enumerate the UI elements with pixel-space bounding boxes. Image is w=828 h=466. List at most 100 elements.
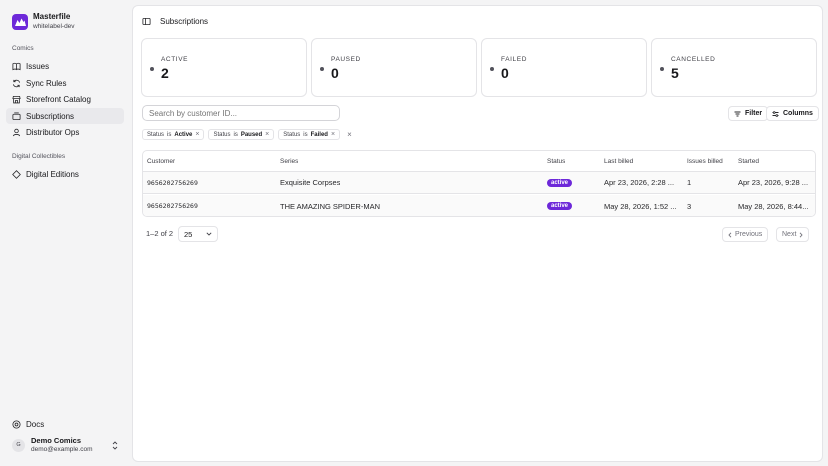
cell-last-billed: May 28, 2026, 1:52 ...: [604, 201, 677, 211]
subscriptions-icon: [12, 111, 21, 120]
stat-label: ACTIVE: [161, 56, 189, 63]
column-header-started[interactable]: Started: [738, 151, 759, 171]
column-header-customer[interactable]: Customer: [147, 151, 175, 171]
stat-value: 0: [501, 65, 509, 81]
chip-value: Paused: [240, 131, 263, 138]
status-badge-cell: active: [547, 195, 573, 216]
filter-chip-paused[interactable]: Status is Paused ×: [208, 129, 275, 140]
column-header-series[interactable]: Series: [280, 151, 298, 171]
brand-logo: [12, 13, 28, 30]
chip-value: Failed: [310, 131, 328, 138]
pagination-range: 1–2 of 2: [146, 229, 174, 238]
chip-op: is: [303, 131, 308, 138]
cell-customer: 9656202756269: [147, 202, 198, 210]
group-label-digital-collectibles: Digital Collectibles: [12, 153, 66, 160]
brand-switcher[interactable]: Masterfile whitelabel-dev: [6, 8, 124, 31]
sidebar-item-subscriptions[interactable]: Subscriptions: [6, 108, 124, 124]
chevrons-up-down-icon: [112, 440, 118, 450]
sidebar-item-issues[interactable]: Issues: [6, 58, 124, 74]
sidebar-item-storefront-catalog[interactable]: Storefront Catalog: [6, 91, 124, 107]
search-input[interactable]: [142, 105, 340, 121]
sidebar-item-docs[interactable]: Docs: [6, 416, 124, 432]
main-panel: Subscriptions ACTIVE 2 PAUSED 0 FAILED 0…: [132, 5, 823, 462]
refresh-icon: [12, 79, 21, 87]
diamond-icon: [12, 169, 21, 179]
user-name: Demo Comics: [31, 436, 82, 445]
status-dot-icon: [660, 67, 664, 71]
chevron-down-icon: [206, 232, 212, 236]
chip-field: Status: [283, 131, 301, 138]
cell-issues-billed: 3: [687, 201, 692, 211]
close-icon[interactable]: ×: [265, 131, 269, 138]
brand-name: Masterfile: [33, 12, 71, 21]
cell-started: May 28, 2026, 8:44...: [738, 201, 809, 211]
table-row[interactable]: 9656202756269 THE AMAZING SPIDER-MAN act…: [143, 195, 815, 216]
stat-label: CANCELLED: [671, 56, 716, 63]
sidebar-item-distributor-ops[interactable]: Distributor Ops: [6, 124, 124, 140]
avatar: G: [12, 438, 25, 452]
filter-icon: [734, 111, 741, 116]
stat-card-cancelled: CANCELLED 5: [651, 38, 817, 97]
user-icon: [12, 128, 21, 136]
sidebar-item-digital-editions[interactable]: Digital Editions: [6, 166, 124, 182]
cell-series: Exquisite Corpses: [280, 178, 341, 187]
clear-filters-icon[interactable]: ×: [347, 130, 352, 139]
cell-last-billed: Apr 23, 2026, 2:28 ...: [604, 178, 675, 187]
stat-card-paused: PAUSED 0: [311, 38, 477, 97]
sidebar-item-label: Digital Editions: [26, 169, 79, 179]
user-menu[interactable]: G Demo Comics demo@example.com: [6, 434, 124, 456]
filter-chip-active[interactable]: Status is Active ×: [142, 129, 205, 140]
cell-series: THE AMAZING SPIDER-MAN: [280, 201, 381, 211]
column-header-issues-billed[interactable]: Issues billed: [687, 151, 723, 171]
table-row[interactable]: 9656202756269 Exquisite Corpses active A…: [143, 172, 815, 194]
stat-value: 2: [161, 65, 169, 81]
filter-chip-failed[interactable]: Status is Failed ×: [278, 129, 341, 140]
stat-value: 0: [331, 65, 339, 81]
columns-button[interactable]: Columns: [766, 106, 819, 121]
sidebar-item-label: Subscriptions: [26, 111, 75, 121]
page-size-value: 25: [184, 229, 193, 239]
close-icon[interactable]: ×: [195, 131, 199, 138]
previous-page-button[interactable]: Previous: [722, 227, 769, 242]
stat-value: 5: [671, 65, 679, 81]
sidebar-item-label: Docs: [26, 419, 45, 429]
topbar: Subscriptions: [133, 6, 822, 36]
sidebar-item-sync-rules[interactable]: Sync Rules: [6, 75, 124, 91]
chip-field: Status: [147, 131, 165, 138]
stat-card-active: ACTIVE 2: [141, 38, 307, 97]
sidebar-item-label: Issues: [26, 61, 50, 71]
close-icon[interactable]: ×: [331, 131, 335, 138]
group-label-comics: Comics: [12, 45, 34, 52]
chip-value: Active: [174, 131, 193, 138]
sidebar-item-label: Distributor Ops: [26, 127, 80, 137]
sidebar: Masterfile whitelabel-dev Comics Issues …: [0, 0, 130, 466]
sliders-icon: [772, 110, 779, 117]
cell-customer: 9656202756269: [147, 178, 198, 187]
user-email: demo@example.com: [31, 446, 93, 453]
columns-button-label: Columns: [783, 110, 813, 117]
column-header-last-billed[interactable]: Last billed: [604, 151, 633, 171]
sidebar-item-label: Sync Rules: [26, 78, 67, 88]
status-dot-icon: [320, 67, 324, 71]
filter-chips: Status is Active × Status is Paused × St…: [142, 129, 352, 140]
status-dot-icon: [150, 67, 154, 71]
storefront-icon: [12, 95, 21, 103]
cell-issues-billed: 1: [687, 178, 692, 187]
brand-subtitle: whitelabel-dev: [33, 23, 75, 30]
status-badge-cell: active: [547, 172, 573, 193]
sidebar-toggle-icon[interactable]: [142, 17, 151, 26]
chevron-right-icon: [800, 231, 804, 238]
sidebar-item-label: Storefront Catalog: [26, 94, 91, 104]
chip-field: Status: [213, 131, 231, 138]
subscriptions-table: Customer Series Status Last billed Issue…: [142, 150, 816, 217]
page-size-select[interactable]: 25: [178, 226, 218, 242]
filter-button[interactable]: Filter: [728, 106, 769, 121]
cell-started: Apr 23, 2026, 9:28 ...: [738, 178, 809, 187]
chevron-left-icon: [728, 231, 732, 238]
column-header-status[interactable]: Status: [547, 151, 565, 171]
stat-label: PAUSED: [331, 56, 361, 63]
previous-page-label: Previous: [735, 231, 763, 238]
book-icon: [12, 62, 21, 70]
status-dot-icon: [490, 67, 494, 71]
next-page-button[interactable]: Next: [776, 227, 810, 242]
